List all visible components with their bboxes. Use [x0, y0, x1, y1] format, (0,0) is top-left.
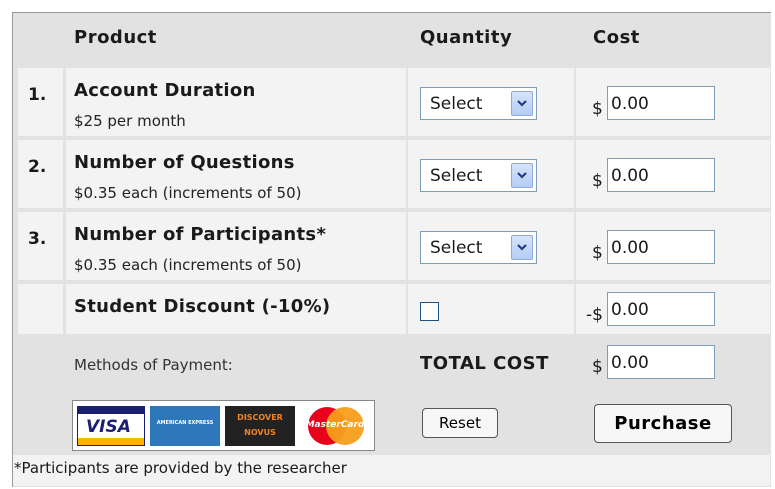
currency-symbol: -$	[586, 305, 603, 325]
currency-symbol: $	[592, 357, 603, 377]
row-number: 1.	[28, 85, 47, 105]
number-of-participants-select[interactable]: Select	[420, 231, 537, 264]
chevron-down-icon[interactable]	[511, 163, 533, 188]
product-price-note: $25 per month	[74, 112, 186, 130]
account-duration-cost-field[interactable]: 0.00	[607, 86, 715, 120]
header-cost: Cost	[593, 27, 640, 48]
student-discount-label: Student Discount (-10%)	[74, 296, 331, 317]
cell-bg	[18, 284, 63, 334]
purchase-button[interactable]: Purchase	[594, 404, 732, 443]
product-price-note: $0.35 each (increments of 50)	[74, 256, 302, 274]
currency-symbol: $	[592, 99, 603, 119]
select-value: Select	[430, 166, 483, 186]
visa-logo: VISA	[77, 406, 145, 446]
mastercard-logo: MasterCard	[300, 406, 370, 446]
currency-symbol: $	[592, 171, 603, 191]
amex-logo: AMERICAN EXPRESS	[150, 406, 220, 446]
product-name-account-duration: Account Duration	[74, 80, 256, 101]
discount-cost-field[interactable]: 0.00	[607, 292, 715, 326]
select-value: Select	[430, 238, 483, 258]
header-quantity: Quantity	[420, 27, 513, 48]
currency-symbol: $	[592, 243, 603, 263]
number-of-questions-select[interactable]: Select	[420, 159, 537, 192]
student-discount-checkbox[interactable]	[420, 302, 439, 321]
total-cost-label: TOTAL COST	[420, 353, 549, 374]
number-of-participants-cost-field[interactable]: 0.00	[607, 230, 715, 264]
select-value: Select	[430, 94, 483, 114]
payment-card-logos: VISA AMERICAN EXPRESS DISCOVER NOVUS Mas…	[72, 400, 375, 451]
chevron-down-icon[interactable]	[511, 91, 533, 116]
product-name-number-of-participants: Number of Participants*	[74, 224, 327, 245]
chevron-down-icon[interactable]	[511, 235, 533, 260]
discover-logo: DISCOVER NOVUS	[225, 406, 295, 446]
total-cost-field[interactable]: 0.00	[607, 345, 715, 379]
row-number: 3.	[28, 229, 47, 249]
account-duration-select[interactable]: Select	[420, 87, 537, 120]
methods-of-payment-label: Methods of Payment:	[74, 356, 233, 374]
reset-button[interactable]: Reset	[422, 408, 498, 438]
row-number: 2.	[28, 157, 47, 177]
number-of-questions-cost-field[interactable]: 0.00	[607, 158, 715, 192]
product-name-number-of-questions: Number of Questions	[74, 152, 295, 173]
header-product: Product	[74, 27, 157, 48]
participants-footnote: *Participants are provided by the resear…	[14, 459, 347, 477]
product-price-note: $0.35 each (increments of 50)	[74, 184, 302, 202]
